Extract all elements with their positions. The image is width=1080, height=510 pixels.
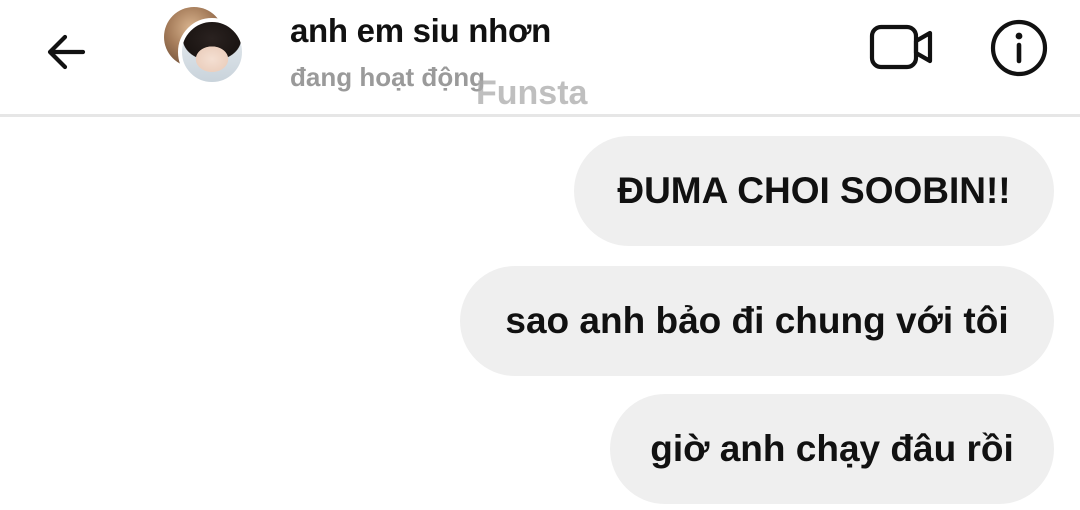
message-bubble[interactable]: giờ anh chạy đâu rồi (610, 394, 1054, 504)
message-bubble[interactable]: ĐUMA CHOI SOOBIN!! (574, 136, 1054, 246)
chat-title[interactable]: anh em siu nhơn (290, 12, 551, 50)
active-status: đang hoạt động (290, 62, 485, 92)
watermark-text: Funsta (476, 74, 588, 112)
avatar-primary (178, 18, 246, 86)
arrow-left-icon (47, 34, 86, 70)
chat-header: anh em siu nhơn đang hoạt động Funsta (0, 0, 1080, 117)
back-button[interactable] (36, 22, 96, 82)
group-avatar[interactable] (162, 5, 252, 90)
video-camera-icon (869, 24, 933, 70)
video-call-button[interactable] (866, 18, 938, 76)
info-button[interactable] (988, 17, 1050, 79)
info-icon (990, 19, 1048, 77)
message-bubble[interactable]: sao anh bảo đi chung với tôi (460, 266, 1054, 376)
chat-screen: anh em siu nhơn đang hoạt động Funsta ĐU… (0, 0, 1080, 510)
